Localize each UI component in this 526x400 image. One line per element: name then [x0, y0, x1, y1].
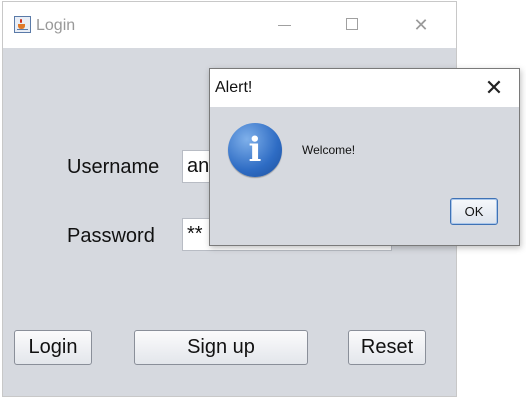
login-titlebar: Login ✕: [3, 2, 456, 48]
minimize-icon[interactable]: [267, 10, 303, 40]
ok-button[interactable]: OK: [450, 198, 498, 225]
java-cup-icon: [14, 16, 31, 33]
close-icon[interactable]: ✕: [403, 10, 439, 40]
login-button[interactable]: Login: [14, 330, 92, 365]
info-icon: i: [228, 123, 282, 177]
alert-title: Alert!: [215, 79, 253, 96]
signup-button[interactable]: Sign up: [134, 330, 308, 365]
maximize-icon[interactable]: [334, 10, 370, 40]
screen: Login ✕ Username anv Password ** Login S…: [0, 0, 526, 400]
info-icon-glyph: i: [248, 130, 262, 170]
login-window-title: Login: [36, 17, 76, 34]
alert-message: Welcome!: [302, 143, 356, 157]
username-label: Username: [67, 156, 160, 178]
alert-titlebar: Alert! ✕: [210, 69, 519, 107]
reset-button[interactable]: Reset: [348, 330, 426, 365]
password-label: Password: [67, 225, 155, 247]
alert-dialog: Alert! ✕ i Welcome! OK: [209, 68, 520, 246]
alert-close-icon[interactable]: ✕: [476, 73, 512, 103]
